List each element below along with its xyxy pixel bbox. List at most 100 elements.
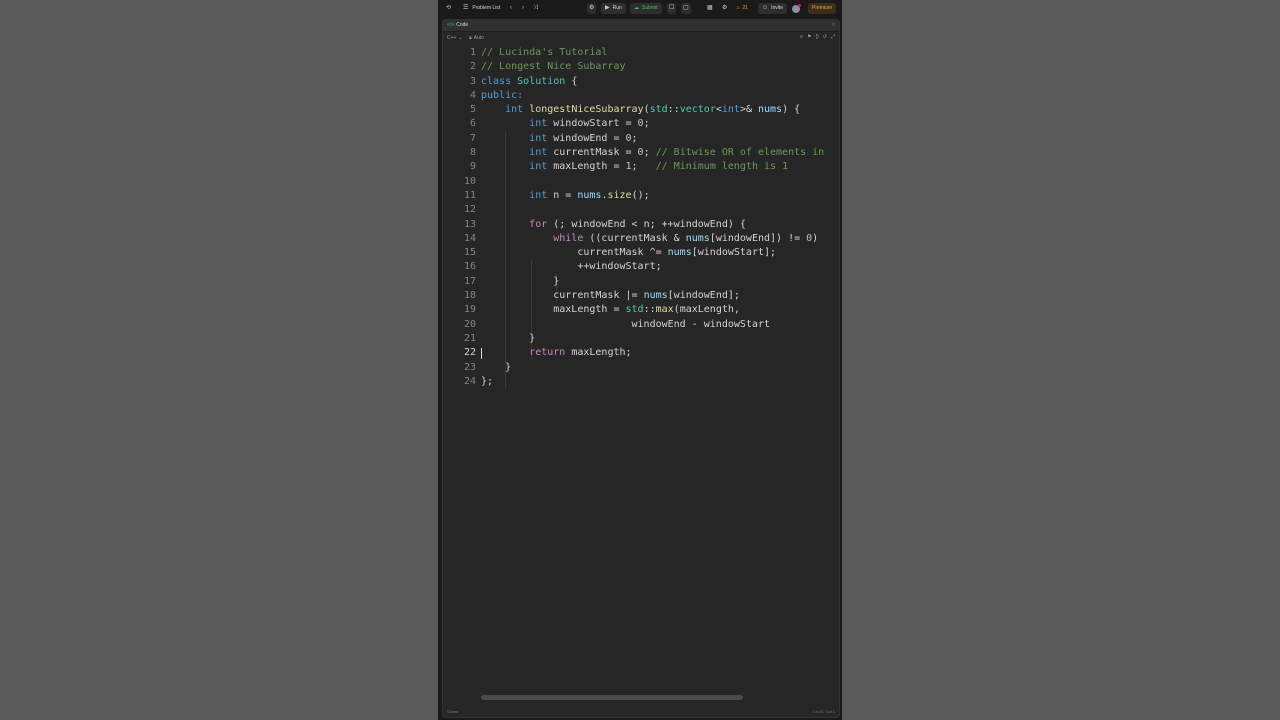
next-problem-button[interactable]: ›	[522, 3, 524, 14]
line-number: 22	[463, 347, 476, 359]
expand-icon[interactable]: ⤢	[831, 34, 835, 40]
streak-counter[interactable]: ♨ 21	[736, 3, 748, 14]
line-number: 7	[469, 132, 476, 144]
invite-button[interactable]: ☺ Invite	[758, 3, 788, 14]
code-function: size	[607, 189, 632, 201]
code-function: max	[655, 304, 674, 316]
invite-label: Invite	[771, 5, 784, 11]
code-text: ) {	[782, 104, 801, 116]
logo-icon[interactable]: ⟲	[446, 3, 451, 14]
code-text: currentMask ^=	[577, 247, 668, 259]
avatar[interactable]	[792, 3, 801, 14]
code-variable: nums	[667, 247, 692, 259]
code-type: Solution	[517, 75, 566, 87]
save-status: Saved	[447, 709, 459, 714]
code-text: maxLength =	[547, 161, 626, 173]
code-text: (; windowEnd < n; ++windowEnd) {	[547, 218, 746, 230]
code-text: ;	[631, 161, 656, 173]
code-keyword: return	[529, 347, 566, 359]
cursor-position: Ln 22, Col 1	[813, 709, 835, 714]
code-line: 4 public:	[443, 89, 839, 103]
code-text: )	[812, 232, 819, 244]
code-text: maxLength =	[553, 304, 626, 316]
code-text: >&	[739, 104, 758, 116]
premium-label: Premium	[812, 5, 833, 11]
code-text: n =	[547, 189, 578, 201]
video-background: ⟲ ☰ Problem List ‹ › ⤨ ⚙ ▶ Run ☁ Submit …	[0, 0, 1280, 720]
code-text: ;	[643, 147, 656, 159]
code-line: 8 int currentMask = 0; // Bitwise OR of …	[443, 146, 839, 160]
editor-toolbar: C++ ⌄ 🔒︎ Auto ≡ ⚑ {} ↺ ⤢	[443, 32, 839, 43]
add-user-icon: ☺	[762, 5, 769, 11]
code-line: 11 int n = nums.size();	[443, 189, 839, 203]
maximize-icon[interactable]: □	[832, 22, 835, 28]
code-text: ::	[667, 104, 680, 116]
settings-button[interactable]: ⚙	[722, 3, 727, 14]
line-number: 23	[463, 361, 476, 373]
code-line: 14 while ((currentMask & nums[windowEnd]…	[443, 232, 839, 246]
code-icon: </>	[447, 22, 455, 28]
code-type: std	[625, 304, 644, 316]
braces-icon[interactable]: {}	[815, 34, 818, 40]
code-text: ;	[643, 118, 650, 130]
code-keyword: int	[529, 132, 548, 144]
line-number: 24	[463, 375, 476, 387]
code-comment: // Longest Nice Subarray	[481, 61, 626, 73]
code-area[interactable]: 1 // Lucinda's Tutorial 2 // Longest Nice …	[443, 46, 839, 389]
line-number: 21	[463, 332, 476, 344]
code-line: 19 maxLength = std::max(maxLength,	[443, 303, 839, 317]
line-number: 20	[463, 318, 476, 330]
submit-button[interactable]: ☁ Submit	[630, 3, 662, 14]
line-number: 2	[469, 61, 476, 73]
format-icon[interactable]: ≡	[800, 34, 803, 40]
code-comment: // Lucinda's Tutorial	[481, 47, 608, 58]
language-select[interactable]: C++ ⌄	[447, 35, 463, 41]
chevron-right-icon: ›	[522, 5, 524, 11]
code-keyword: while	[553, 232, 584, 244]
line-number: 10	[463, 175, 476, 187]
notes-button[interactable]: ☐	[667, 3, 677, 14]
reset-icon[interactable]: ↺	[823, 34, 827, 40]
problem-list-button[interactable]: ☰ Problem List	[463, 3, 500, 14]
editor-actions: ≡ ⚑ {} ↺ ⤢	[800, 34, 835, 40]
line-number: 15	[463, 247, 476, 259]
submit-label: Submit	[642, 5, 658, 11]
lock-icon: 🔒︎	[469, 35, 472, 41]
code-variable: nums	[758, 104, 783, 116]
prev-problem-button[interactable]: ‹	[510, 3, 512, 14]
code-line: 10	[443, 175, 839, 189]
line-number: 18	[463, 290, 476, 302]
code-text: maxLength;	[565, 347, 632, 359]
debug-button[interactable]: ⚙	[587, 3, 597, 14]
code-keyword: for	[529, 218, 548, 230]
comment-button[interactable]: ▢	[681, 3, 691, 14]
code-comment: // Bitwise OR of elements in	[655, 147, 825, 159]
layout-button[interactable]: ▦	[707, 3, 713, 14]
status-bar: Saved Ln 22, Col 1	[443, 706, 839, 716]
code-keyword: int	[529, 161, 548, 173]
code-type: vector	[679, 104, 716, 116]
code-text: currentMask |=	[553, 290, 644, 302]
code-text: [windowEnd];	[667, 290, 740, 302]
code-line: 24};	[443, 375, 839, 389]
horizontal-scrollbar[interactable]	[481, 695, 743, 700]
tab-code[interactable]: </> Code	[447, 22, 468, 28]
run-button[interactable]: ▶ Run	[601, 3, 626, 14]
comment-icon: ▢	[683, 5, 689, 11]
premium-button[interactable]: Premium	[808, 3, 837, 14]
code-variable: nums	[643, 290, 668, 302]
line-number: 19	[463, 304, 476, 316]
streak-count: 21	[742, 5, 749, 11]
auto-mode-toggle[interactable]: 🔒︎ Auto	[469, 35, 484, 41]
code-keyword: int	[721, 104, 740, 116]
code-text: ();	[631, 189, 650, 201]
code-line: 2 // Longest Nice Subarray	[443, 60, 839, 74]
code-text: (maxLength,	[673, 304, 740, 316]
bookmark-icon[interactable]: ⚑	[807, 34, 811, 40]
code-text: ::	[643, 304, 656, 316]
leetcode-editor-window: ⟲ ☰ Problem List ‹ › ⤨ ⚙ ▶ Run ☁ Submit …	[438, 0, 842, 720]
code-text: ((currentMask &	[583, 232, 686, 244]
random-problem-button[interactable]: ⤨	[533, 3, 538, 14]
code-editor-panel: </> Code □ C++ ⌄ 🔒︎ Auto ≡ ⚑ {} ↺ ⤢ 1 //…	[442, 19, 840, 718]
problem-list-label: Problem List	[472, 5, 501, 11]
